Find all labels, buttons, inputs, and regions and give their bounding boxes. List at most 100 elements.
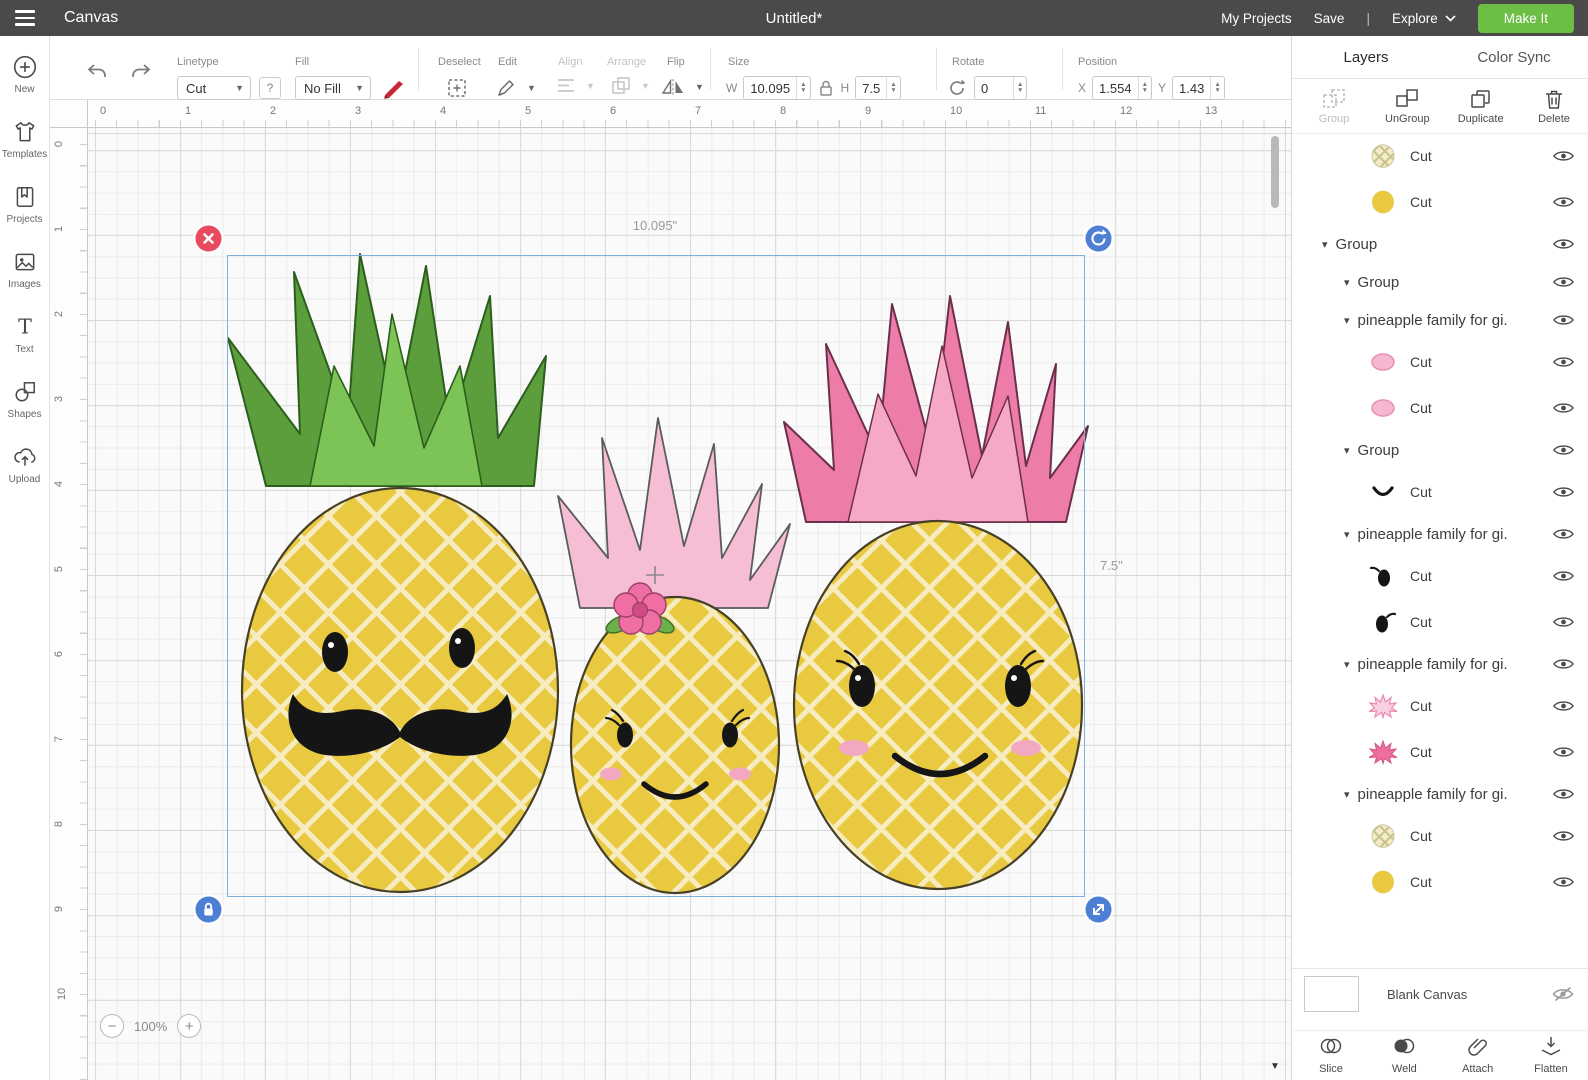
eye-icon[interactable] [1553,615,1574,629]
menu-icon[interactable] [0,0,50,36]
eye-icon[interactable] [1553,237,1574,251]
edit-button[interactable]: ▼ [494,76,536,100]
sidebar-item-text[interactable]: T Text [0,314,50,356]
ungroup-button[interactable]: UnGroup [1381,88,1433,125]
caret-down-icon[interactable]: ▾ [1344,528,1350,541]
eye-icon[interactable] [1553,657,1574,671]
delete-handle[interactable] [195,225,222,252]
layer-row[interactable]: Cut [1292,599,1588,645]
linetype-select[interactable]: Cut ▼ [177,76,251,100]
lock-ratio-icon[interactable] [817,78,835,98]
layer-row[interactable]: Cut [1292,179,1588,225]
eye-icon[interactable] [1553,401,1574,415]
eye-icon[interactable] [1553,699,1574,713]
position-x-stepper[interactable]: ▲ ▼ [1137,77,1151,99]
position-x-input[interactable]: 1.554 ▲ ▼ [1092,76,1152,100]
group-button[interactable]: Group [1308,88,1360,125]
width-stepper[interactable]: ▲ ▼ [796,77,809,99]
nav-my-projects[interactable]: My Projects [1221,11,1292,26]
weld-button[interactable]: Weld [1381,1035,1427,1080]
fill-color-pen-icon[interactable] [381,77,407,99]
eye-off-icon[interactable] [1552,986,1574,1002]
eye-icon[interactable] [1553,569,1574,583]
flatten-button[interactable]: Flatten [1528,1035,1574,1080]
eye-icon[interactable] [1553,875,1574,889]
layer-row[interactable]: ▾ pineapple family for gi... [1292,515,1588,553]
duplicate-button[interactable]: Duplicate [1455,88,1507,125]
eye-icon[interactable] [1553,527,1574,541]
layer-row[interactable]: Cut [1292,553,1588,599]
eye-icon[interactable] [1553,443,1574,457]
height-input[interactable]: 7.5 ▲ ▼ [855,76,901,100]
layer-row[interactable]: Cut [1292,385,1588,431]
help-button[interactable]: ? [259,77,281,99]
caret-down-icon[interactable]: ▾ [1344,444,1350,457]
zoom-in-button[interactable]: + [177,1014,202,1038]
eye-icon[interactable] [1553,313,1574,327]
layer-row[interactable]: Cut [1292,683,1588,729]
layer-row[interactable]: Cut [1292,813,1588,859]
layer-row[interactable]: Cut [1292,133,1588,179]
caret-down-icon[interactable]: ▾ [1344,276,1350,289]
tab-color-sync[interactable]: Color Sync [1440,36,1588,78]
eye-icon[interactable] [1553,829,1574,843]
flip-button[interactable]: ▼ [660,76,704,98]
caret-down-icon[interactable]: ▾ [1344,314,1350,327]
width-input[interactable]: 10.095 ▲ ▼ [743,76,811,100]
slice-button[interactable]: Slice [1308,1035,1354,1080]
sidebar-item-projects[interactable]: Projects [0,184,50,225]
attach-button[interactable]: Attach [1455,1035,1501,1080]
sidebar-item-shapes[interactable]: Shapes [0,379,50,420]
layer-row[interactable]: ▾ Group [1292,263,1588,301]
align-button[interactable]: ▼ [555,76,595,96]
pineapple-daughter[interactable] [557,417,791,895]
scrollbar-thumb[interactable] [1271,136,1279,208]
eye-icon[interactable] [1553,787,1574,801]
caret-down-icon[interactable]: ▾ [1344,658,1350,671]
make-it-button[interactable]: Make It [1477,3,1574,33]
sidebar-item-new[interactable]: New [0,54,50,95]
deselect-icon[interactable] [445,76,469,100]
undo-icon[interactable] [86,62,108,80]
eye-icon[interactable] [1553,149,1574,163]
rotate-input[interactable]: 0 ▲ ▼ [974,76,1028,100]
caret-down-icon[interactable]: ▾ [1322,238,1328,251]
position-y-input[interactable]: 1.43 ▲ ▼ [1172,76,1225,100]
layer-row[interactable]: ▾ pineapple family for gi... [1292,645,1588,683]
eye-icon[interactable] [1553,195,1574,209]
eye-icon[interactable] [1553,355,1574,369]
canvas-grid[interactable]: 10.095" 7.5" − 100% + ▼ [88,128,1291,1080]
rotate-stepper[interactable]: ▲ ▼ [1013,77,1026,99]
redo-icon[interactable] [130,62,152,80]
document-title[interactable]: Untitled* [766,10,823,27]
tab-layers[interactable]: Layers [1292,36,1440,78]
height-stepper[interactable]: ▲ ▼ [886,77,899,99]
nav-explore[interactable]: Explore [1392,11,1456,26]
layer-row[interactable]: Cut [1292,339,1588,385]
blank-canvas-row[interactable]: Blank Canvas [1292,968,1588,1019]
delete-button[interactable]: Delete [1528,88,1580,125]
resize-handle[interactable] [1085,896,1112,923]
sidebar-item-images[interactable]: Images [0,249,50,290]
arrange-button[interactable]: ▼ [610,76,650,96]
nav-save[interactable]: Save [1314,11,1345,26]
pineapple-mom[interactable] [783,295,1089,891]
layer-row[interactable]: Cut [1292,469,1588,515]
layer-row[interactable]: ▾ pineapple family for gi... [1292,775,1588,813]
position-y-stepper[interactable]: ▲ ▼ [1210,77,1223,99]
rotate-handle[interactable] [1085,225,1112,252]
layer-row[interactable]: ▾ pineapple family for gi... [1292,301,1588,339]
sidebar-item-templates[interactable]: Templates [0,119,50,160]
layer-row[interactable]: ▾ Group [1292,225,1588,263]
eye-icon[interactable] [1553,745,1574,759]
scrollbar-down-arrow[interactable]: ▼ [1269,1061,1281,1072]
sidebar-item-upload[interactable]: Upload [0,444,50,485]
pineapple-dad[interactable] [227,253,560,894]
fill-select[interactable]: No Fill ▼ [295,76,371,100]
canvas-scrollbar[interactable] [1269,136,1281,1054]
rotate-icon[interactable] [946,77,968,99]
zoom-out-button[interactable]: − [100,1014,124,1038]
layer-row[interactable]: Cut [1292,729,1588,775]
eye-icon[interactable] [1553,275,1574,289]
lock-handle[interactable] [195,896,222,923]
